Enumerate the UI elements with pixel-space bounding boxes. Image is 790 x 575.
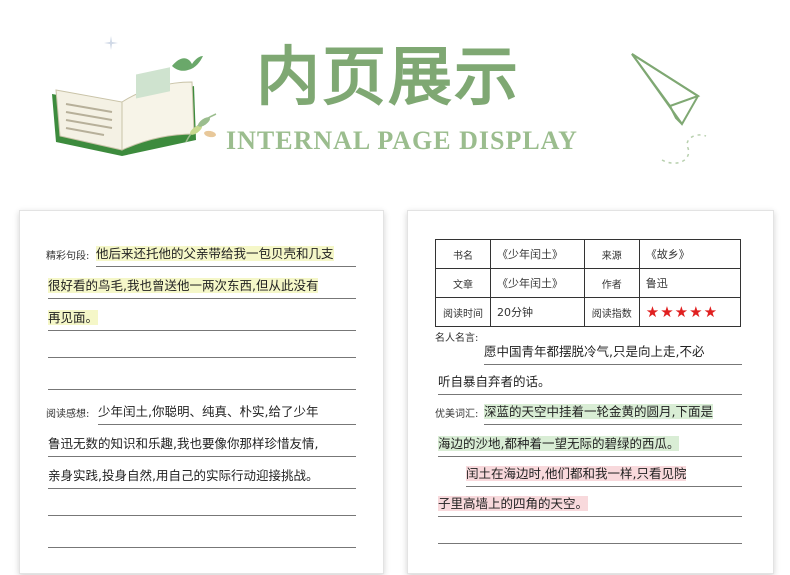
- vocab-line: 子里高墙上的四角的天空。: [438, 491, 742, 517]
- blank-rule: [48, 547, 356, 548]
- blank-rule: [48, 357, 356, 358]
- leaf-icon: [185, 113, 217, 143]
- star-rating: ★★★★★: [638, 297, 742, 327]
- excerpt-line: 再见面。: [48, 305, 356, 331]
- quote-line: 听自暴自弃者的话。: [438, 369, 742, 395]
- reflection-line: 亲身实践,投身自然,用自己的实际行动迎接挑战。: [48, 463, 356, 489]
- source-value: 《故乡》: [638, 239, 742, 269]
- author-value: 鲁迅: [638, 268, 742, 298]
- page-subtitle: INTERNAL PAGE DISPLAY: [226, 126, 578, 155]
- reading-index-label: 阅读指数: [583, 297, 640, 327]
- sparkle-icon: [104, 36, 118, 50]
- reflection-label: 阅读感想:: [46, 409, 90, 420]
- right-page-card: 书名 《少年闰土》 来源 《故乡》 文章 《少年闰土》 作者 鲁迅 阅读时间 2…: [407, 210, 774, 574]
- vocab-line: 深蓝的天空中挂着一轮金黄的圆月,下面是: [484, 399, 742, 425]
- reflection-line: 鲁迅无数的知识和乐趣,我也要像你那样珍惜友情,: [48, 431, 356, 457]
- book-info-table: 书名 《少年闰土》 来源 《故乡》 文章 《少年闰土》 作者 鲁迅 阅读时间 2…: [435, 239, 742, 327]
- reading-time-label: 阅读时间: [435, 297, 491, 327]
- author-label: 作者: [583, 268, 640, 298]
- quote-label: 名人名言:: [435, 333, 479, 344]
- article-value: 《少年闰土》: [490, 268, 585, 298]
- vocab-line: 海边的沙地,都种着一望无际的碧绿的西瓜。: [438, 431, 742, 457]
- page-title: 内页展示: [256, 40, 520, 115]
- article-label: 文章: [435, 268, 491, 298]
- reading-time-value: 20分钟: [490, 297, 585, 327]
- vocab-label: 优美词汇:: [435, 409, 479, 420]
- excerpt-line: 他后来还托他的父亲带给我一包贝壳和几支: [96, 241, 356, 267]
- excerpt-line: 很好看的鸟毛,我也曾送他一两次东西,但从此没有: [48, 273, 356, 299]
- source-label: 来源: [583, 239, 640, 269]
- book-label: 书名: [435, 239, 491, 269]
- blank-rule: [48, 389, 356, 390]
- blank-rule: [48, 515, 356, 516]
- bird-icon: [172, 56, 203, 71]
- reflection-line: 少年闰土,你聪明、纯真、朴实,给了少年: [98, 399, 356, 425]
- paper-plane-icon: [631, 53, 707, 164]
- excerpt-label: 精彩句段:: [46, 251, 90, 262]
- vocab-line: 闰土在海边时,他们都和我一样,只看见院: [466, 461, 742, 487]
- book-value: 《少年闰土》: [490, 239, 585, 269]
- left-page-card: 精彩句段: 他后来还托他的父亲带给我一包贝壳和几支 很好看的鸟毛,我也曾送他一两…: [19, 210, 384, 574]
- quote-line: 愿中国青年都摆脱冷气,只是向上走,不必: [484, 339, 742, 365]
- header: 内页展示 INTERNAL PAGE DISPLAY: [0, 0, 790, 200]
- blank-rule: [438, 543, 742, 544]
